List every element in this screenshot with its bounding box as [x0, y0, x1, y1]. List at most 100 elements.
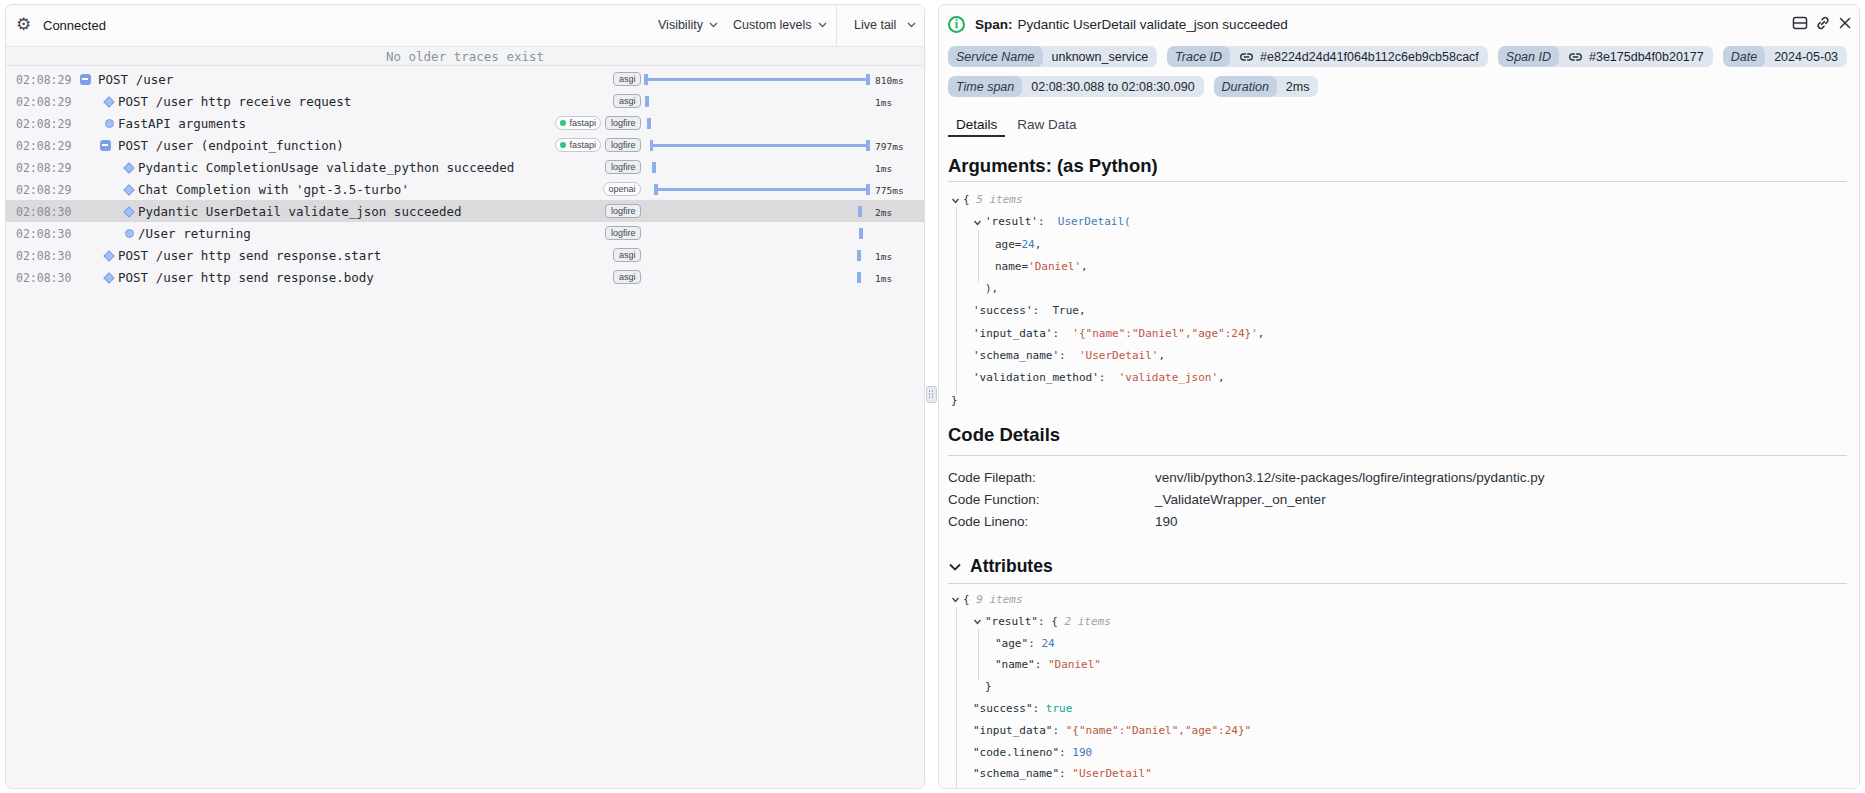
code-token: "name": [995, 654, 1035, 676]
badge-value[interactable]: #e8224d24d41f064b112c6eb9cb58cacf: [1230, 46, 1488, 67]
tag-asgi[interactable]: asgi: [613, 248, 641, 262]
duration-bar: [644, 178, 870, 200]
split-panel-icon[interactable]: [1792, 15, 1808, 31]
code-token: ),: [985, 278, 998, 300]
panel-resize-handle[interactable]: [926, 386, 937, 403]
badge-label: Service Name: [948, 46, 1043, 67]
code-line: "result": { 2 items: [948, 611, 1847, 633]
collapse-icon[interactable]: [100, 140, 111, 151]
trace-row-time: 02:08:30: [16, 227, 71, 241]
trace-row-tags: fastapilogfire: [555, 138, 641, 152]
code-token: 190: [1072, 742, 1092, 764]
chevron-down-icon[interactable]: [973, 617, 983, 626]
visibility-dropdown[interactable]: Visibility: [658, 18, 718, 32]
trace-row[interactable]: 02:08:29Pydantic CompletionUsage validat…: [6, 156, 924, 178]
badge-value[interactable]: #3e175db4f0b20177: [1559, 46, 1713, 67]
trace-row-duration: 1ms: [875, 163, 892, 174]
tag-logfire[interactable]: logfire: [605, 204, 641, 218]
code-token: :: [1033, 698, 1046, 720]
attributes-heading[interactable]: Attributes: [948, 556, 1053, 577]
close-icon[interactable]: [1838, 16, 1852, 30]
code-detail-label: Code Filepath:: [948, 470, 1155, 485]
code-detail-row: Code Function:_ValidateWrapper._on_enter: [948, 488, 1847, 510]
trace-row[interactable]: 02:08:30POST /user http send response.st…: [6, 244, 924, 266]
trace-row-time: 02:08:29: [16, 139, 71, 153]
tag-logfire[interactable]: logfire: [605, 226, 641, 240]
code-line: "age": 24: [948, 633, 1847, 655]
trace-row[interactable]: 02:08:29Chat Completion with 'gpt-3.5-tu…: [6, 178, 924, 200]
trace-row-label: POST /user http send response.start: [118, 248, 381, 263]
chevron-down-icon: [818, 22, 827, 28]
custom-levels-dropdown[interactable]: Custom levels: [733, 18, 827, 32]
trace-row[interactable]: 02:08:30POST /user http send response.bo…: [6, 266, 924, 288]
rule: [948, 583, 1847, 584]
code-line: 'input_data': '{"name":"Daniel","age":24…: [948, 323, 1847, 345]
code-token: 24: [1041, 633, 1054, 655]
code-token: "UserDetail": [1072, 763, 1151, 785]
badge-label: Duration: [1214, 76, 1277, 97]
duration-bar: [644, 244, 870, 266]
tag-fastapi[interactable]: fastapi: [555, 116, 602, 130]
link-icon[interactable]: [1815, 15, 1831, 31]
trace-row-label: Pydantic CompletionUsage validate_python…: [138, 160, 514, 175]
code-token: "age": [995, 633, 1028, 655]
chevron-down-icon[interactable]: [973, 218, 983, 227]
code-token: 'result': [985, 211, 1038, 233]
indent-guide: [978, 230, 979, 283]
badge-value: unknown_service: [1043, 46, 1158, 67]
tag-logfire[interactable]: logfire: [605, 116, 641, 130]
code-token: : True,: [1033, 300, 1086, 322]
trace-row-time: 02:08:29: [16, 183, 71, 197]
badge-label: Date: [1723, 46, 1765, 67]
connection-status: Connected: [43, 18, 106, 33]
badge-label: Time span: [948, 76, 1022, 97]
code-line: "name": "Daniel": [948, 654, 1847, 676]
code-token: '{"name":"Daniel","age":24}': [1072, 323, 1257, 345]
collapse-icon[interactable]: [80, 74, 91, 85]
span-meta-badges-row2: Time span02:08:30.088 to 02:08:30.090 Dur…: [948, 76, 1318, 97]
trace-list-panel: ⚙ Connected Visibility Custom levels Liv…: [5, 4, 925, 789]
arguments-heading: Arguments: (as Python): [948, 155, 1158, 177]
tag-logfire[interactable]: logfire: [605, 160, 641, 174]
tag-fastapi[interactable]: fastapi: [555, 138, 602, 152]
trace-row-duration: 2ms: [875, 207, 892, 218]
tag-asgi[interactable]: asgi: [613, 94, 641, 108]
tag-asgi[interactable]: asgi: [613, 270, 641, 284]
chevron-down-icon: [709, 22, 718, 28]
trace-row[interactable]: 02:08:30/User returninglogfire: [6, 222, 924, 244]
code-token: :: [1059, 345, 1079, 367]
code-token: :: [1038, 211, 1058, 233]
trace-row[interactable]: 02:08:29POST /userasgi810ms: [6, 68, 924, 90]
live-tail-dropdown[interactable]: Live tail: [854, 18, 916, 32]
chevron-down-icon[interactable]: [951, 595, 961, 604]
trace-row[interactable]: 02:08:29FastAPI argumentsfastapilogfire: [6, 112, 924, 134]
arguments-python-viewer: { 5 items'result': UserDetail(age=24,nam…: [948, 189, 1847, 413]
tag-logfire[interactable]: logfire: [605, 138, 641, 152]
attributes-json-viewer: { 9 items"result": { 2 items"age": 24"na…: [948, 589, 1847, 789]
trace-row[interactable]: 02:08:29 POST /user (endpoint_function) fa…: [6, 134, 924, 156]
link-icon: [1568, 51, 1583, 63]
badge-date: Date2024-05-03: [1723, 46, 1847, 67]
no-older-traces-banner: No older traces exist: [6, 48, 924, 66]
grip-dots-icon: [929, 390, 935, 399]
trace-row-label: POST /user (endpoint_function): [118, 138, 344, 153]
tag-openai[interactable]: openai: [603, 182, 641, 196]
span-title: Pydantic UserDetail validate_json succee…: [1018, 17, 1288, 32]
indent-guide: [978, 629, 979, 681]
tab-raw-data[interactable]: Raw Data: [1009, 117, 1084, 137]
code-token: "input_data": [973, 720, 1052, 742]
trace-rows: 02:08:29POST /userasgi810ms02:08:29POST …: [6, 68, 924, 288]
diamond-span-icon: [102, 249, 115, 262]
trace-row-tags: asgi: [613, 72, 641, 86]
trace-row-tags: asgi: [613, 94, 641, 108]
code-token: :: [1059, 742, 1072, 764]
chevron-down-icon[interactable]: [951, 196, 961, 205]
code-token: 5 items: [976, 189, 1022, 211]
settings-gear-icon[interactable]: ⚙: [16, 16, 31, 33]
trace-row[interactable]: 02:08:29POST /user http receive requesta…: [6, 90, 924, 112]
trace-row[interactable]: 02:08:30Pydantic UserDetail validate_jso…: [6, 200, 924, 222]
code-line: }: [948, 390, 1847, 412]
tag-asgi[interactable]: asgi: [613, 72, 641, 86]
tab-details[interactable]: Details: [948, 117, 1005, 137]
badge-time-span: Time span02:08:30.088 to 02:08:30.090: [948, 76, 1204, 97]
